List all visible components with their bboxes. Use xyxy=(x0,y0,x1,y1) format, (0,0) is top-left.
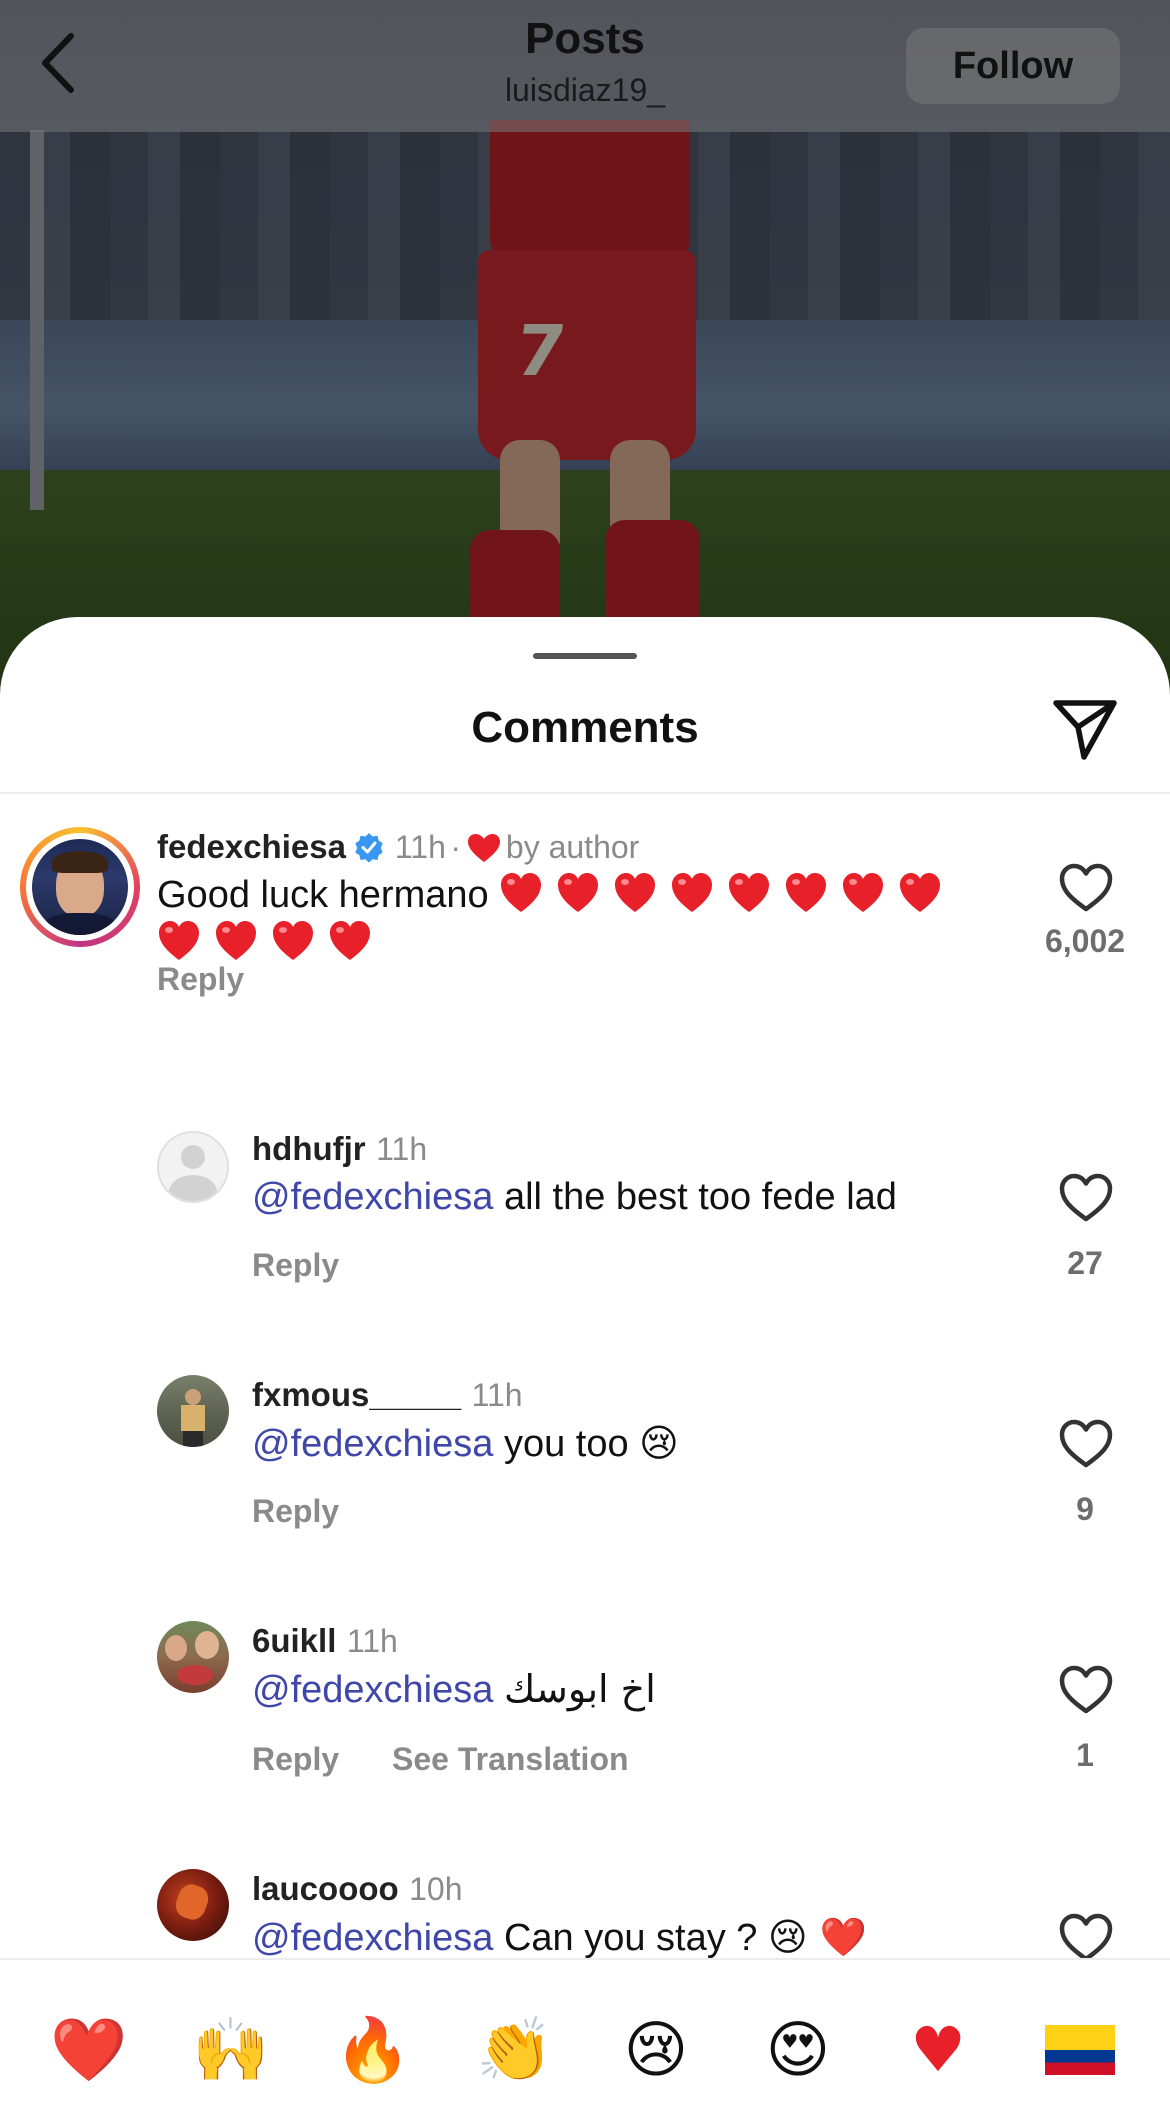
heart-outline-icon xyxy=(1059,863,1113,912)
red-heart-emoji xyxy=(729,873,770,912)
emoji-clapping-button[interactable]: 👏 xyxy=(476,2012,553,2088)
avatar[interactable] xyxy=(157,1621,229,1693)
sheet-drag-handle[interactable] xyxy=(533,653,637,659)
emoji-raised-hands-button[interactable]: 🙌 xyxy=(192,2012,269,2088)
like-count: 9 xyxy=(1076,1491,1094,1527)
like-button[interactable] xyxy=(1054,1173,1118,1237)
like-button[interactable] xyxy=(1054,1419,1118,1483)
red-heart-emoji xyxy=(159,921,199,960)
reply-button[interactable]: Reply xyxy=(252,1741,339,1778)
follow-button[interactable]: Follow xyxy=(906,28,1120,104)
red-heart-emoji xyxy=(273,921,313,960)
red-heart-emoji xyxy=(216,921,256,960)
mention-link[interactable]: @fedexchiesa xyxy=(252,1669,493,1711)
heart-filled-icon xyxy=(468,834,501,862)
comment-text: @fedexchiesa Can you stay ? 😢 ❤️ xyxy=(252,1915,868,1959)
comment-text: @fedexchiesa all the best too fede lad xyxy=(252,1176,897,1218)
comment-emojis: 😢 ❤️ xyxy=(768,1915,868,1959)
avatar[interactable] xyxy=(20,827,140,947)
comment-item: hdhufjr 11h @fedexchiesa all the best to… xyxy=(0,1129,1170,1283)
paper-plane-icon xyxy=(1053,700,1117,760)
comment-username[interactable]: fxmous_____ xyxy=(252,1376,461,1413)
heart-outline-icon xyxy=(1059,1913,1113,1962)
emoji-heart-suit-button[interactable]: ♥ xyxy=(900,2012,976,2088)
comment-username[interactable]: hdhufjr xyxy=(252,1130,366,1167)
emoji-colombia-flag-button[interactable] xyxy=(1042,2012,1118,2088)
comment-item: laucoooo 10h @fedexchiesa Can you stay ?… xyxy=(0,1869,1170,1969)
comment-time: 11h xyxy=(376,1131,428,1167)
emoji-fire-button[interactable]: 🔥 xyxy=(334,2012,411,2088)
avatar[interactable] xyxy=(157,1375,229,1447)
red-heart-emoji xyxy=(501,873,542,912)
heart-outline-icon xyxy=(1059,1665,1113,1714)
like-count: 1 xyxy=(1076,1737,1094,1773)
comment-username[interactable]: fedexchiesa xyxy=(157,828,346,865)
heart-outline-icon xyxy=(1059,1419,1113,1468)
like-count: 27 xyxy=(1067,1245,1103,1281)
crying-emoji: 😢 xyxy=(639,1421,679,1465)
emoji-reaction-bar: ❤️ 🙌 🔥 👏 😢 😍 ♥ xyxy=(0,1958,1170,2126)
divider xyxy=(0,792,1170,794)
reply-button[interactable]: Reply xyxy=(252,1247,339,1284)
comment-item: fedexchiesa 11h · by author Good luck he… xyxy=(0,827,1170,1007)
like-button[interactable] xyxy=(1054,1665,1118,1729)
red-heart-emoji xyxy=(843,873,884,912)
reply-button[interactable]: Reply xyxy=(252,1493,339,1530)
comment-item: fxmous_____ 11h @fedexchiesa you too 😢 R… xyxy=(0,1375,1170,1529)
comment-text: Good luck hermano xyxy=(157,871,987,967)
mention-link[interactable]: @fedexchiesa xyxy=(252,1917,493,1959)
comment-text: @fedexchiesa you too 😢 xyxy=(252,1421,679,1465)
red-heart-emoji xyxy=(615,873,656,912)
reply-button[interactable]: Reply xyxy=(157,961,244,998)
mention-link[interactable]: @fedexchiesa xyxy=(252,1423,493,1465)
heart-outline-icon xyxy=(1059,1173,1113,1222)
liked-by-author: by author xyxy=(505,829,640,865)
like-button[interactable] xyxy=(1054,863,1118,927)
meta-separator: · xyxy=(450,829,461,865)
comment-text: @fedexchiesa اخ ابوسك xyxy=(252,1667,656,1711)
red-heart-emoji xyxy=(900,873,941,912)
comments-sheet: Comments fedexchiesa 11h · by author Goo… xyxy=(0,617,1170,2126)
colombia-flag-icon xyxy=(1045,2025,1115,2075)
comment-time: 11h xyxy=(471,1377,523,1413)
comment-username[interactable]: 6uikll xyxy=(252,1622,336,1659)
emoji-heart-eyes-button[interactable]: 😍 xyxy=(760,2012,836,2088)
comment-time: 11h xyxy=(346,1623,398,1659)
comment-time: 10h xyxy=(409,1871,463,1907)
emoji-red-heart-button[interactable]: ❤️ xyxy=(50,2012,127,2088)
comment-time: 11h xyxy=(394,829,446,865)
like-count: 6,002 xyxy=(1044,923,1126,959)
avatar[interactable] xyxy=(157,1869,229,1941)
red-heart-emoji xyxy=(330,921,370,960)
comment-username[interactable]: laucoooo xyxy=(252,1870,399,1907)
verified-badge-icon xyxy=(355,833,384,863)
red-heart-emoji xyxy=(672,873,713,912)
top-bar: Posts luisdiaz19_ Follow xyxy=(0,0,1170,132)
share-button[interactable] xyxy=(1050,693,1120,763)
red-heart-emoji xyxy=(558,873,599,912)
emoji-crying-button[interactable]: 😢 xyxy=(618,2012,694,2088)
comment-item: 6uikll 11h @fedexchiesa اخ ابوسك Reply S… xyxy=(0,1621,1170,1777)
comments-title: Comments xyxy=(471,703,699,752)
mention-link[interactable]: @fedexchiesa xyxy=(252,1176,493,1218)
red-heart-emoji xyxy=(786,873,827,912)
avatar[interactable] xyxy=(157,1131,229,1203)
see-translation-button[interactable]: See Translation xyxy=(392,1741,629,1778)
